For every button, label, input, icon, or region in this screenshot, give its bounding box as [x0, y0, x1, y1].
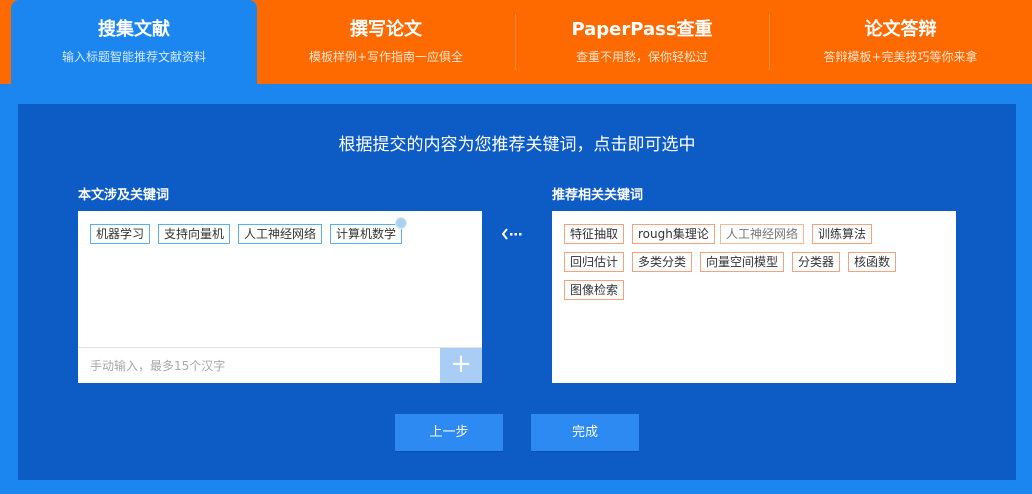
keyword-tag[interactable]: 机器学习 [90, 224, 151, 244]
recommended-tag[interactable]: 多类分类 [632, 252, 693, 272]
manual-input-row: + [78, 347, 482, 383]
selected-keywords-label: 本文涉及关键词 [78, 188, 170, 203]
keyword-input[interactable] [78, 348, 440, 383]
recommended-tag[interactable]: 向量空间模型 [700, 252, 785, 272]
tab-title: 论文答辩 [864, 19, 937, 40]
tab-subtitle: 模板样例+写作指南一应俱全 [308, 50, 464, 64]
done-button[interactable]: 完成 [531, 414, 639, 451]
add-keyword-button[interactable]: + [440, 348, 482, 383]
arrow-left-icon [502, 228, 522, 240]
tab-title: 撰写论文 [350, 19, 422, 40]
tab-title: PaperPass查重 [571, 19, 713, 40]
recommended-tag[interactable]: 特征抽取 [564, 224, 625, 244]
tab-paperpass-check[interactable]: PaperPass查重 查重不用愁，保你轻松过 [515, 0, 769, 84]
recommended-tag[interactable]: 回归估计 [564, 252, 625, 272]
previous-step-button[interactable]: 上一步 [395, 414, 503, 451]
tab-subtitle: 输入标题智能推荐文献资料 [61, 50, 206, 64]
recommended-tag[interactable]: rough集理论 [632, 224, 715, 244]
recommended-tag[interactable]: 图像检索 [564, 280, 625, 300]
recommended-keywords-box: 特征抽取 rough集理论 人工神经网络 训练算法 回归估计 多类分类 向量空间… [552, 211, 956, 383]
tab-subtitle: 答辩模板+完美技巧等你来拿 [823, 50, 978, 64]
recommended-keywords-label: 推荐相关关键词 [552, 188, 644, 203]
page-headline: 根据提交的内容为您推荐关键词，点击即可选中 [338, 135, 696, 155]
plus-icon: + [450, 349, 472, 379]
tab-defense[interactable]: 论文答辩 答辩模板+完美技巧等你来拿 [769, 0, 1032, 84]
tab-collect-literature[interactable]: 搜集文献 输入标题智能推荐文献资料 [11, 0, 257, 84]
recommended-tag[interactable]: 核函数 [848, 252, 897, 272]
recommended-tag[interactable]: 分类器 [792, 252, 841, 272]
selected-keywords-box: 机器学习 支持向量机 人工神经网络 计算机数学 + [78, 211, 482, 383]
keyword-tag[interactable]: 支持向量机 [158, 224, 231, 244]
keyword-panel: 根据提交的内容为您推荐关键词，点击即可选中 本文涉及关键词 推荐相关关键词 机器… [18, 104, 1016, 480]
recommended-tag[interactable]: 人工神经网络 [720, 224, 805, 244]
remove-dot-icon[interactable] [395, 217, 407, 229]
tab-subtitle: 查重不用愁，保你轻松过 [575, 50, 708, 64]
top-tab-bar: 搜集文献 输入标题智能推荐文献资料 撰写论文 模板样例+写作指南一应俱全 Pap… [0, 0, 1032, 84]
tab-title: 搜集文献 [98, 19, 170, 40]
recommended-tag[interactable]: 训练算法 [812, 224, 873, 244]
keyword-tag[interactable]: 人工神经网络 [238, 224, 323, 244]
tab-write-paper[interactable]: 撰写论文 模板样例+写作指南一应俱全 [257, 0, 515, 84]
keyword-tag[interactable]: 计算机数学 [330, 224, 403, 244]
